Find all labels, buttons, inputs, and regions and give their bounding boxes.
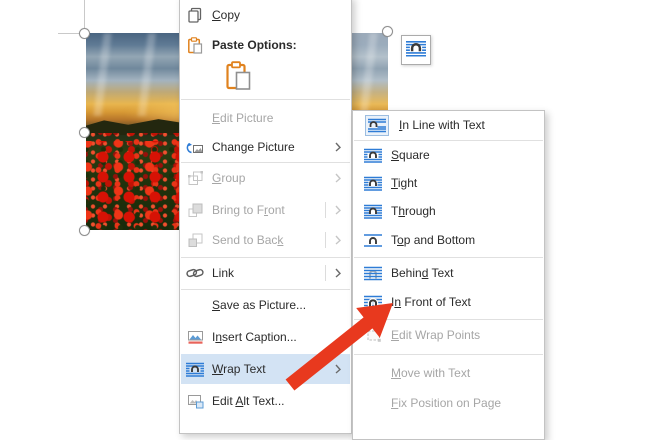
menu-item-label: Edit Wrap Points: [391, 328, 480, 342]
edit-alt-text-icon: [186, 393, 204, 410]
menu-item-bring-to-front: Bring to Front: [181, 195, 350, 225]
wrap-behind-icon: [364, 265, 382, 282]
menu-item-label: Through: [391, 204, 436, 218]
menu-item-link[interactable]: Link: [181, 258, 350, 288]
menu-item-label: In Front of Text: [391, 295, 471, 309]
menu-item-copy[interactable]: Copy: [181, 0, 350, 30]
menu-item-wrap-text[interactable]: Wrap Text: [181, 354, 350, 384]
submenu-arrow-icon: [335, 173, 341, 183]
submenu-item-fix-position-on-page: Fix Position on Page: [354, 389, 543, 417]
menu-item-label: Send to Back: [212, 233, 283, 247]
menu-item-label: Link: [212, 266, 234, 280]
send-to-back-icon: [186, 232, 204, 249]
split-divider: [325, 265, 326, 281]
alignment-guide-vertical: [84, 0, 85, 29]
submenu-item-in-front-of-text[interactable]: In Front of Text: [354, 288, 543, 316]
menu-item-paste-option-keep-source-formatting[interactable]: [181, 59, 350, 97]
menu-item-label: Wrap Text: [212, 362, 266, 376]
selected-option-box: [365, 115, 389, 136]
menu-item-label: Behind Text: [391, 266, 454, 280]
wrap-square-icon: [364, 147, 382, 164]
submenu-item-move-with-text: Move with Text: [354, 359, 543, 387]
menu-item-label: Move with Text: [391, 366, 470, 380]
context-menu: Copy Paste Options: Edit Picture: [179, 0, 352, 434]
paste-keep-source-icon: [225, 61, 253, 96]
split-divider: [325, 202, 326, 218]
menu-item-label: Save as Picture...: [212, 298, 306, 312]
group-icon: [186, 170, 204, 187]
menu-item-label: Insert Caption...: [212, 330, 297, 344]
wrap-inline-icon: [364, 113, 390, 137]
submenu-item-through[interactable]: Through: [354, 197, 543, 225]
submenu-item-behind-text[interactable]: Behind Text: [354, 259, 543, 287]
menu-item-edit-picture: Edit Picture: [181, 103, 350, 133]
menu-item-label: Square: [391, 148, 430, 162]
submenu-arrow-icon: [335, 268, 341, 278]
link-icon: [186, 265, 204, 282]
menu-item-insert-caption[interactable]: Insert Caption...: [181, 322, 350, 352]
submenu-item-square[interactable]: Square: [354, 141, 543, 169]
wrap-text-submenu: In Line with Text Square Tight Throug: [352, 110, 545, 440]
menu-separator: [181, 99, 350, 100]
layout-options-icon: [406, 40, 426, 60]
menu-item-label: Edit Alt Text...: [212, 394, 285, 408]
selection-handle-top-left[interactable]: [79, 28, 90, 39]
submenu-item-edit-wrap-points: Edit Wrap Points: [354, 321, 543, 349]
selection-handle-top-right[interactable]: [382, 26, 393, 37]
paste-options-icon: [186, 37, 204, 54]
menu-item-paste-options: Paste Options:: [181, 30, 350, 60]
wrap-top-bottom-icon: [364, 232, 382, 249]
menu-item-label: Change Picture: [212, 140, 295, 154]
menu-item-change-picture[interactable]: Change Picture: [181, 132, 350, 162]
selection-handle-middle-left[interactable]: [79, 127, 90, 138]
wrap-tight-icon: [364, 175, 382, 192]
menu-item-group: Group: [181, 163, 350, 193]
menu-item-edit-alt-text[interactable]: Edit Alt Text...: [181, 386, 350, 416]
menu-item-label: Paste Options:: [212, 38, 297, 52]
layout-options-button[interactable]: [401, 35, 431, 65]
wrap-through-icon: [364, 203, 382, 220]
split-divider: [325, 232, 326, 248]
insert-caption-icon: [186, 329, 204, 346]
menu-separator: [354, 319, 543, 320]
menu-item-save-as-picture[interactable]: Save as Picture...: [181, 290, 350, 320]
submenu-arrow-icon: [335, 205, 341, 215]
copy-icon: [186, 7, 204, 24]
submenu-arrow-icon: [335, 235, 341, 245]
wrap-text-icon: [186, 361, 204, 378]
submenu-item-tight[interactable]: Tight: [354, 169, 543, 197]
submenu-arrow-icon: [335, 142, 341, 152]
selection-handle-bottom-left[interactable]: [79, 225, 90, 236]
bring-to-front-icon: [186, 202, 204, 219]
wrap-in-front-icon: [364, 294, 382, 311]
edit-wrap-points-icon: [364, 327, 382, 344]
submenu-item-in-line-with-text[interactable]: In Line with Text: [354, 111, 543, 139]
menu-separator: [354, 354, 543, 355]
menu-separator: [354, 257, 543, 258]
menu-item-label: Top and Bottom: [391, 233, 475, 247]
submenu-item-top-and-bottom[interactable]: Top and Bottom: [354, 226, 543, 254]
menu-item-label: In Line with Text: [399, 118, 485, 132]
menu-item-label: Copy: [212, 8, 240, 22]
change-picture-icon: [186, 139, 204, 156]
menu-item-label: Fix Position on Page: [391, 396, 501, 410]
menu-item-label: Tight: [391, 176, 417, 190]
menu-item-label: Bring to Front: [212, 203, 285, 217]
menu-item-label: Edit Picture: [212, 111, 273, 125]
alignment-guide-horizontal: [58, 33, 79, 34]
menu-item-send-to-back: Send to Back: [181, 225, 350, 255]
menu-item-label: Group: [212, 171, 245, 185]
submenu-arrow-icon: [335, 364, 341, 374]
